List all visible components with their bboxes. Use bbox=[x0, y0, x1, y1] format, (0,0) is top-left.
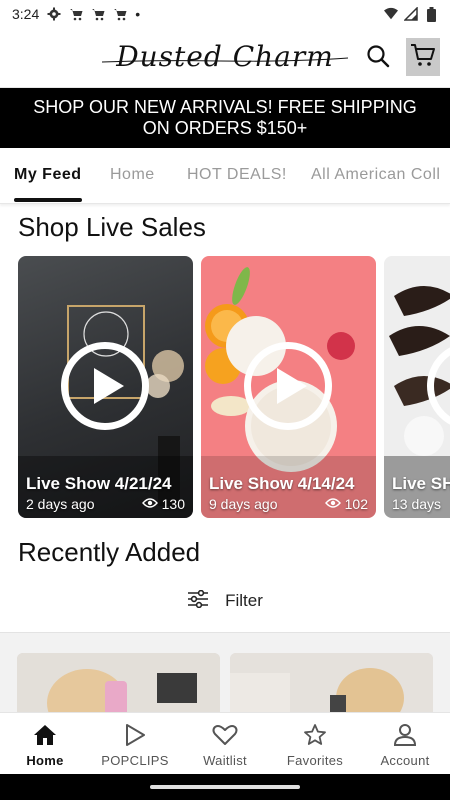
product-grid bbox=[0, 632, 450, 712]
status-bar: 3:24 • bbox=[0, 0, 450, 28]
live-sales-title: Shop Live Sales bbox=[18, 212, 206, 242]
play-button[interactable] bbox=[244, 342, 332, 430]
product-image bbox=[17, 653, 220, 712]
active-tab-indicator bbox=[14, 198, 82, 202]
tab-my-feed[interactable]: My Feed bbox=[14, 166, 82, 184]
play-button[interactable] bbox=[61, 342, 149, 430]
live-show-views: 102 bbox=[324, 496, 368, 512]
signal-icon bbox=[404, 7, 418, 21]
nav-home[interactable]: Home bbox=[0, 713, 90, 774]
wifi-icon bbox=[384, 7, 398, 21]
home-icon bbox=[33, 723, 57, 747]
eye-icon bbox=[141, 496, 158, 512]
product-card[interactable] bbox=[230, 653, 433, 712]
nav-favorites-label: Favorites bbox=[286, 753, 344, 768]
filter-label: Filter bbox=[225, 591, 263, 610]
nav-account[interactable]: Account bbox=[360, 713, 450, 774]
nav-waitlist-label: Waitlist bbox=[203, 753, 247, 768]
heart-icon bbox=[212, 723, 238, 747]
nav-home-label: Home bbox=[26, 753, 64, 768]
cart-icon bbox=[410, 43, 436, 72]
logo-text: Dusted Charm bbox=[116, 40, 334, 73]
live-show-title: Live Show 4/14/24 bbox=[209, 474, 355, 493]
nav-account-label: Account bbox=[380, 753, 430, 768]
live-show-title: Live SH bbox=[392, 474, 450, 493]
live-show-view-count: 102 bbox=[344, 496, 368, 512]
cart-icon bbox=[69, 7, 83, 21]
product-card[interactable] bbox=[17, 653, 220, 712]
live-show-age: 9 days ago bbox=[209, 496, 278, 512]
cart-icon bbox=[91, 7, 105, 21]
live-show-title: Live Show 4/21/24 bbox=[26, 474, 172, 493]
live-show-view-count: 130 bbox=[161, 496, 185, 512]
cart-icon bbox=[113, 7, 127, 21]
tab-hot-deals[interactable]: HOT DEALS! bbox=[187, 166, 287, 184]
search-button[interactable] bbox=[362, 42, 394, 74]
category-tabs: My Feed Home HOT DEALS! All American Col… bbox=[0, 148, 450, 204]
eye-icon bbox=[324, 496, 341, 512]
bottom-navigation: Home POPCLIPS Waitlist Favorites Account bbox=[0, 712, 450, 774]
live-show-age: 2 days ago bbox=[26, 496, 95, 512]
live-show-age: 13 days bbox=[392, 496, 442, 512]
live-show-card[interactable]: Live SH 13 days bbox=[384, 256, 450, 518]
star-icon bbox=[303, 723, 327, 747]
gear-icon bbox=[47, 7, 61, 21]
nav-popclips[interactable]: POPCLIPS bbox=[90, 713, 180, 774]
play-icon bbox=[277, 368, 307, 404]
play-outline-icon bbox=[124, 723, 146, 747]
nav-waitlist[interactable]: Waitlist bbox=[180, 713, 270, 774]
nav-favorites[interactable]: Favorites bbox=[270, 713, 360, 774]
live-show-views: 130 bbox=[141, 496, 185, 512]
nav-popclips-label: POPCLIPS bbox=[101, 753, 169, 768]
app-header: Dusted Charm bbox=[0, 28, 450, 88]
promo-banner-text: SHOP OUR NEW ARRIVALS! FREE SHIPPING ON … bbox=[33, 97, 417, 138]
status-dot: • bbox=[135, 6, 141, 22]
live-show-card[interactable]: Live Show 4/21/24 2 days ago 130 bbox=[18, 256, 193, 518]
product-image bbox=[230, 653, 433, 712]
status-time: 3:24 bbox=[12, 6, 40, 22]
home-gesture-pill[interactable] bbox=[150, 785, 300, 789]
recently-added-title: Recently Added bbox=[18, 537, 201, 567]
cart-button[interactable] bbox=[406, 38, 440, 76]
tab-home[interactable]: Home bbox=[110, 166, 155, 184]
live-show-card[interactable]: Live Show 4/14/24 9 days ago 102 bbox=[201, 256, 376, 518]
account-icon bbox=[394, 723, 416, 747]
live-sales-carousel: Live Show 4/21/24 2 days ago 130 Live Sh… bbox=[18, 256, 450, 518]
system-navigation-bar bbox=[0, 774, 450, 800]
filter-button[interactable]: Filter bbox=[0, 586, 450, 616]
sliders-icon bbox=[187, 589, 209, 613]
search-icon bbox=[366, 44, 390, 73]
battery-icon bbox=[424, 6, 438, 22]
tab-all-american[interactable]: All American Coll bbox=[311, 166, 440, 184]
play-icon bbox=[94, 368, 124, 404]
brand-logo[interactable]: Dusted Charm bbox=[100, 34, 350, 82]
promo-banner[interactable]: SHOP OUR NEW ARRIVALS! FREE SHIPPING ON … bbox=[0, 88, 450, 148]
